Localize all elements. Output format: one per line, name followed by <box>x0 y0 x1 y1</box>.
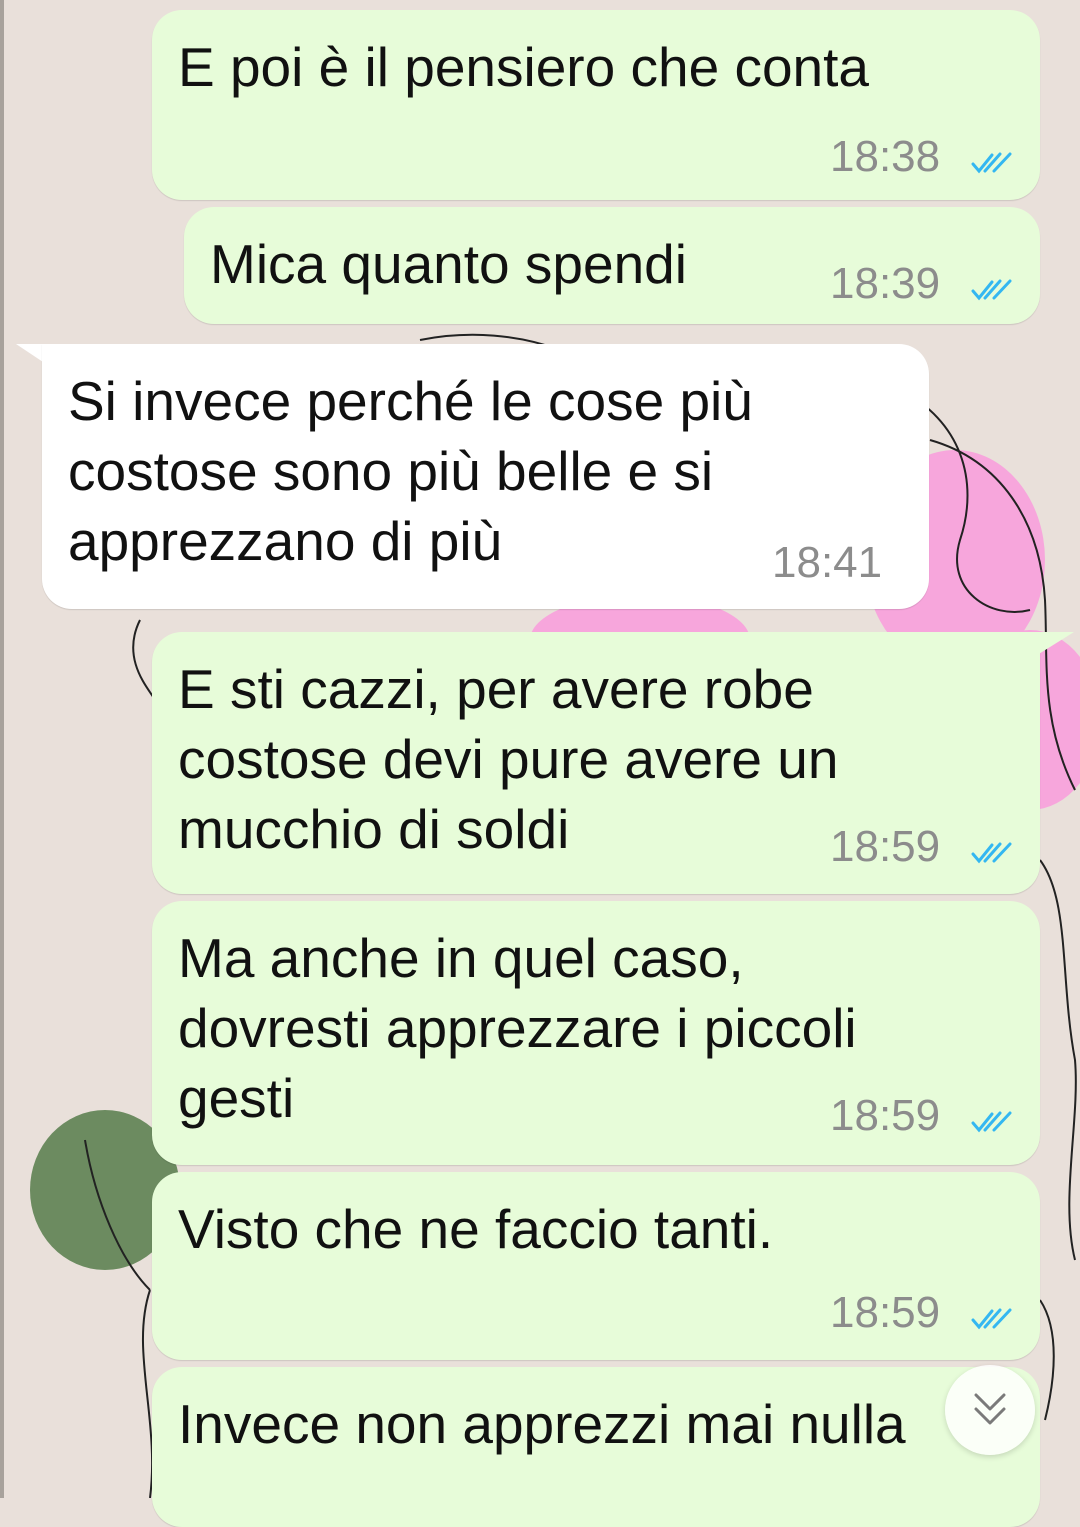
read-ticks-icon <box>971 152 1012 174</box>
outgoing-message[interactable]: Visto che ne faccio tanti. 18:59 <box>152 1172 1040 1360</box>
message-time: 18:59 <box>830 1091 941 1140</box>
double-chevron-down-icon <box>974 1393 1006 1425</box>
outgoing-message[interactable]: Invece non apprezzi mai nulla <box>152 1367 1040 1527</box>
message-time: 18:39 <box>830 259 941 308</box>
outgoing-message[interactable]: E sti cazzi, per avere robe costose devi… <box>152 632 1040 894</box>
scroll-to-bottom-button[interactable] <box>945 1365 1035 1455</box>
message-text: E poi è il pensiero che conta <box>178 36 869 98</box>
read-ticks-icon <box>971 1308 1012 1330</box>
message-time: 18:41 <box>772 538 883 587</box>
message-text: Ma anche in quel caso, dovresti apprezza… <box>178 927 857 1129</box>
outgoing-bubble-tail <box>1010 632 1074 672</box>
message-text: Si invece perché le cose più costose son… <box>68 370 753 572</box>
message-text: Invece non apprezzi mai nulla <box>178 1393 906 1455</box>
message-time: 18:59 <box>830 822 941 871</box>
outgoing-message[interactable]: E poi è il pensiero che conta 18:38 <box>152 10 1040 200</box>
message-text: E sti cazzi, per avere robe costose devi… <box>178 658 839 860</box>
message-time: 18:38 <box>830 132 941 181</box>
message-time: 18:59 <box>830 1288 941 1337</box>
message-text: Mica quanto spendi <box>210 233 687 295</box>
left-edge-divider <box>0 0 4 1498</box>
read-ticks-icon <box>971 1111 1012 1133</box>
outgoing-message[interactable]: Ma anche in quel caso, dovresti apprezza… <box>152 901 1040 1165</box>
message-text: Visto che ne faccio tanti. <box>178 1198 774 1260</box>
read-ticks-icon <box>971 279 1012 301</box>
outgoing-message[interactable]: Mica quanto spendi 18:39 <box>184 207 1040 324</box>
read-ticks-icon <box>971 842 1012 864</box>
incoming-message[interactable]: Si invece perché le cose più costose son… <box>42 344 929 609</box>
